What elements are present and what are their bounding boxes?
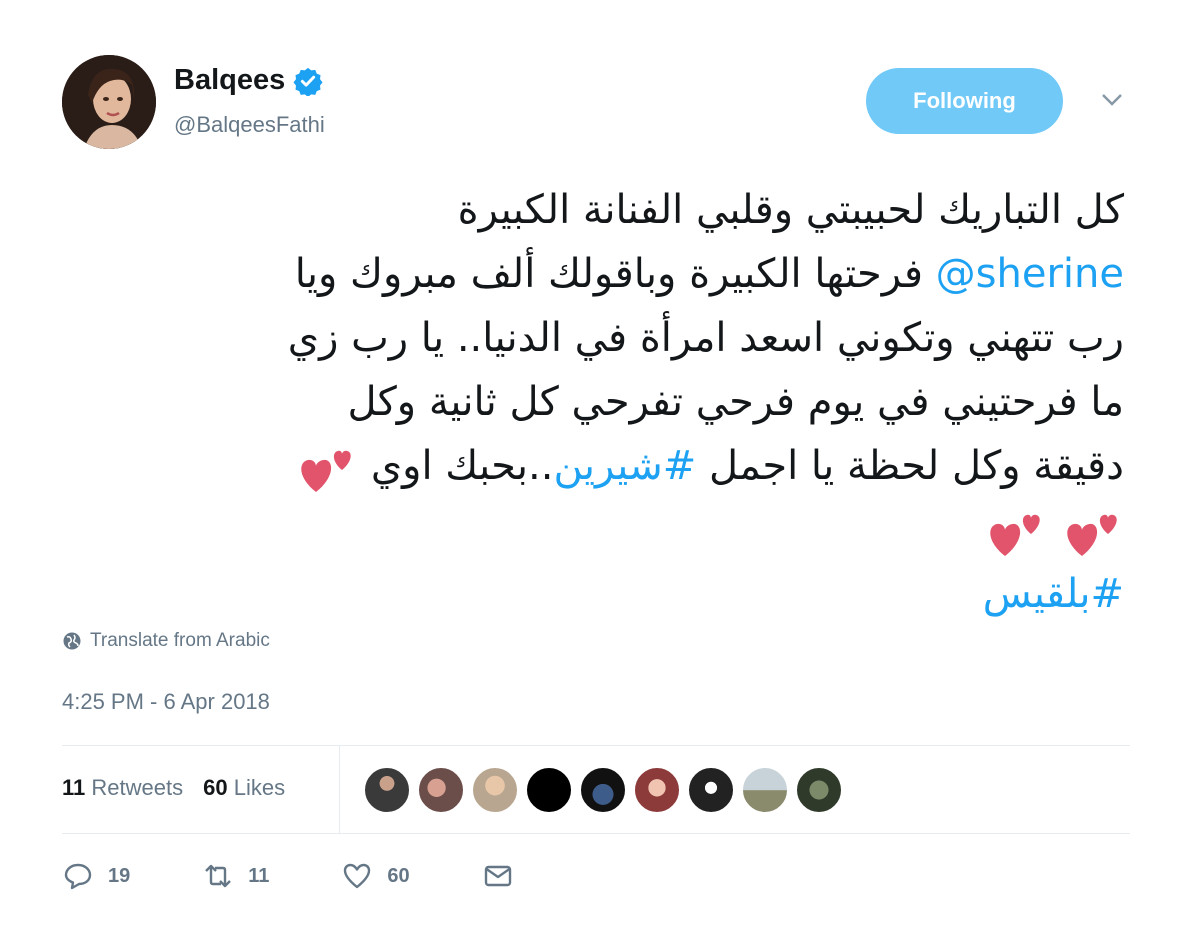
tweet-line: ما فرحتيني في يوم فرحي تفرحي كل ثانية وك…	[347, 379, 1124, 425]
mention-sherine-link[interactable]: @sherine	[936, 251, 1124, 297]
tweet-line-text: ..بحبك اوي	[370, 443, 554, 489]
reply-action[interactable]: 19	[62, 860, 130, 892]
two-hearts-emoji-icon	[1067, 514, 1117, 556]
like-count: 60	[387, 864, 410, 887]
translate-link[interactable]: Translate from Arabic	[62, 630, 270, 652]
tweet-line-text: فرحتها الكبيرة وباقولك ألف مبروك ويا	[294, 251, 936, 297]
message-action[interactable]	[482, 860, 514, 892]
liker-avatar[interactable]	[795, 766, 843, 814]
liker-avatar[interactable]	[471, 766, 519, 814]
liker-avatar[interactable]	[579, 766, 627, 814]
divider-top	[62, 745, 1130, 746]
author-handle[interactable]: @BalqeesFathi	[174, 112, 325, 138]
liker-avatar[interactable]	[633, 766, 681, 814]
reply-icon	[64, 863, 92, 890]
retweet-count: 11	[248, 864, 270, 887]
tweet-line	[44, 498, 1124, 562]
stats-divider	[339, 745, 340, 833]
following-button[interactable]: Following	[866, 68, 1063, 134]
reply-count: 19	[108, 864, 131, 887]
author-name-row: Balqees	[174, 64, 323, 97]
hashtag-balqees-link[interactable]: #بلقيس	[983, 571, 1124, 617]
liker-avatar[interactable]	[741, 766, 789, 814]
verified-badge-icon	[293, 67, 323, 96]
retweets-stat-count: 11	[62, 775, 86, 800]
globe-icon	[63, 632, 81, 650]
liker-avatar[interactable]	[363, 766, 411, 814]
retweet-icon	[205, 864, 232, 888]
tweet-text: كل التباريك لحبيبتي وقلبي الفنانة الكبير…	[44, 178, 1124, 626]
retweet-action[interactable]: 11	[202, 860, 269, 892]
like-icon	[344, 863, 371, 889]
liker-avatar[interactable]	[687, 766, 735, 814]
two-hearts-emoji-icon	[301, 450, 351, 492]
like-action[interactable]: 60	[341, 860, 410, 892]
tweet-timestamp[interactable]: 4:25 PM - 6 Apr 2018	[62, 689, 270, 715]
avatar[interactable]	[62, 55, 156, 149]
chevron-down-icon[interactable]	[1100, 92, 1124, 108]
liker-avatars	[363, 766, 843, 814]
likes-stat-label: Likes	[233, 775, 286, 800]
hashtag-sherine-link[interactable]: #شيرين	[553, 443, 696, 489]
tweet-line: كل التباريك لحبيبتي وقلبي الفنانة الكبير…	[457, 187, 1124, 233]
author-display-name[interactable]: Balqees	[174, 64, 285, 97]
tweet-line: دقيقة وكل لحظة يا اجمل #شيرين..بحبك اوي	[44, 434, 1124, 498]
divider-bottom	[62, 833, 1130, 834]
tweet-line-text: دقيقة وكل لحظة يا اجمل	[696, 443, 1124, 489]
tweet-line: رب تتهني وتكوني اسعد امرأة في الدنيا.. ي…	[287, 315, 1124, 361]
two-hearts-emoji-icon	[990, 514, 1040, 556]
tweet-stats: 11 Retweets 60 Likes	[62, 775, 285, 801]
message-icon	[484, 865, 511, 887]
translate-label: Translate from Arabic	[90, 630, 270, 651]
liker-avatar[interactable]	[525, 766, 573, 814]
retweets-stat-label: Retweets	[91, 775, 184, 800]
tweet-actions: 19 11 60	[62, 860, 586, 892]
likes-stat-count: 60	[203, 775, 228, 800]
likes-stat[interactable]: 60 Likes	[203, 775, 285, 801]
retweets-stat[interactable]: 11 Retweets	[62, 775, 183, 801]
tweet-line: #بلقيس	[44, 562, 1124, 626]
tweet-line: @sherine فرحتها الكبيرة وباقولك ألف مبرو…	[44, 242, 1124, 306]
liker-avatar[interactable]	[417, 766, 465, 814]
